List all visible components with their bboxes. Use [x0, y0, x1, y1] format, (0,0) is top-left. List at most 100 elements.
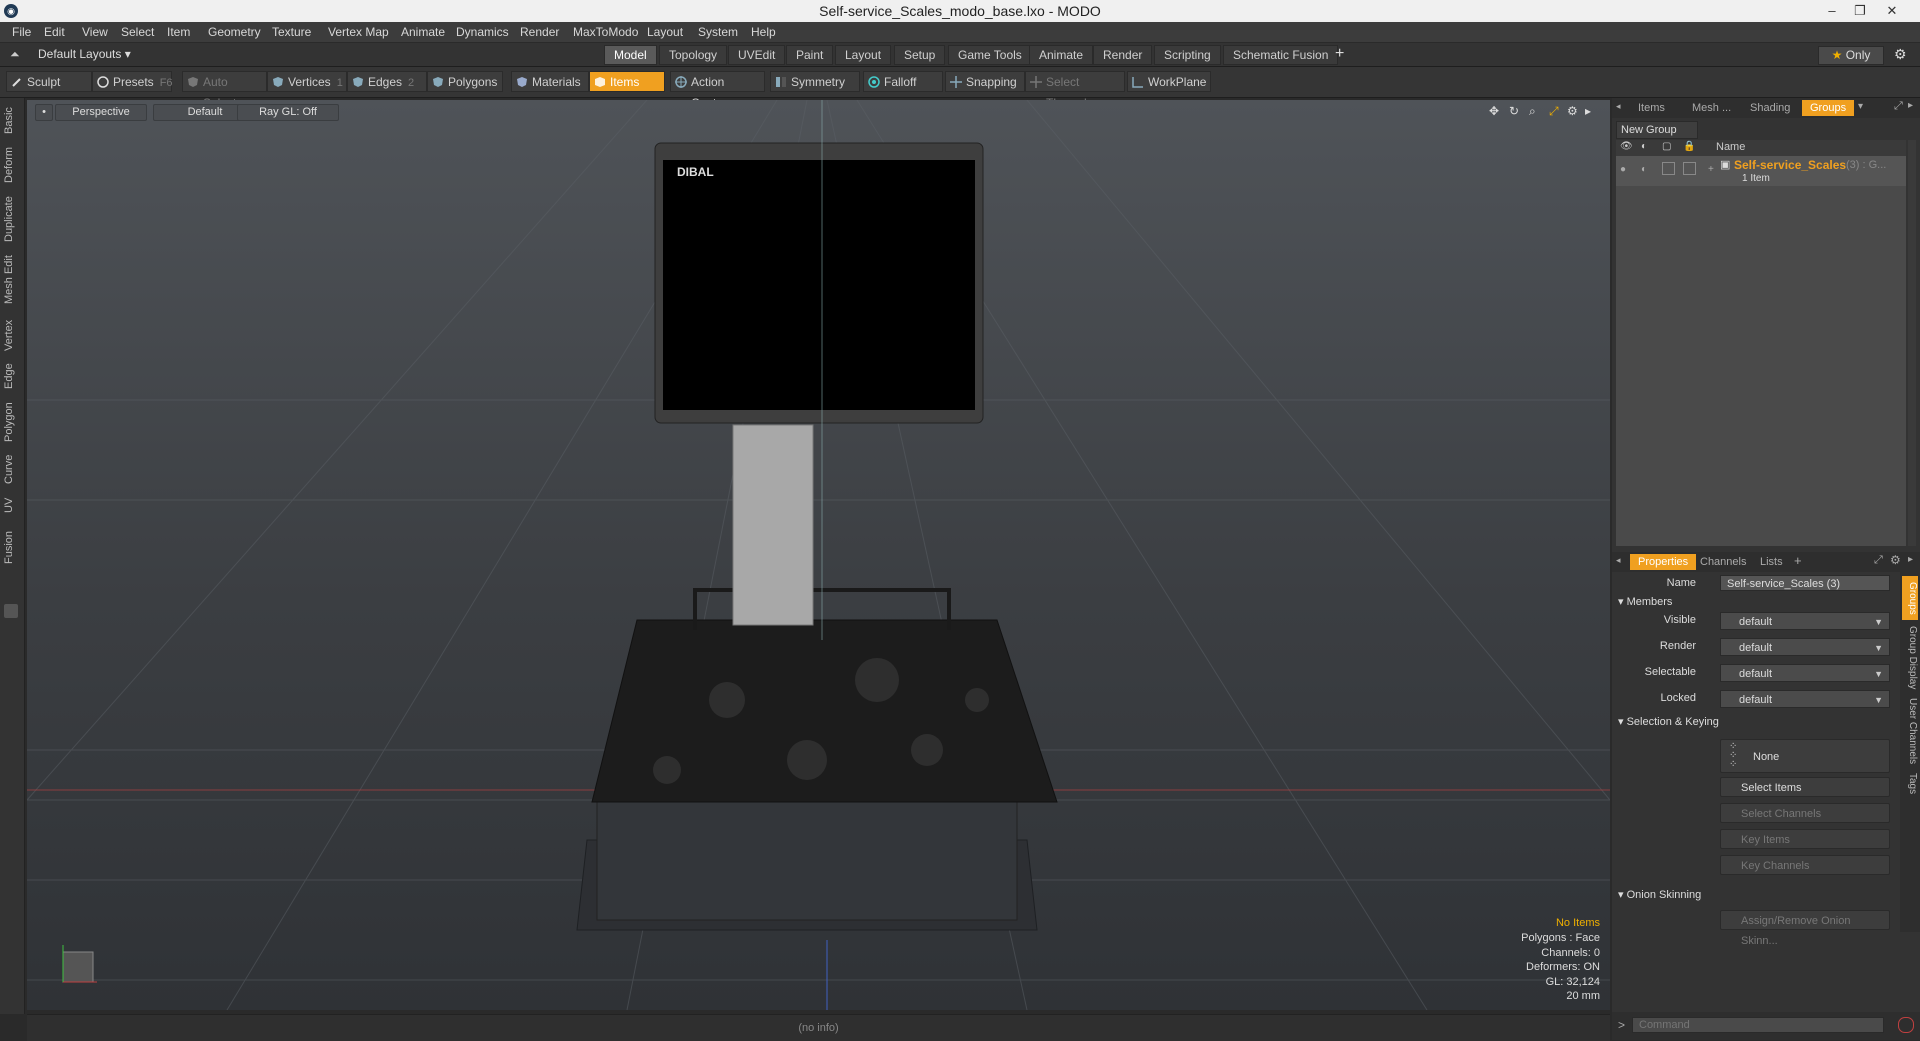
group-name[interactable]: Self-service_Scales	[1734, 158, 1846, 172]
menu-dynamics[interactable]: Dynamics	[456, 25, 509, 39]
zoom-icon[interactable]: ⌕	[1529, 104, 1536, 119]
layout-up-icon[interactable]: ⏶	[10, 47, 20, 62]
select-col-icon[interactable]: ▢	[1662, 141, 1671, 152]
only-button[interactable]: ★ Only	[1818, 46, 1884, 65]
raygl-button[interactable]: Ray GL: Off	[237, 104, 339, 121]
menu-view[interactable]: View	[82, 25, 108, 39]
select-through-button[interactable]: Select Through	[1025, 71, 1125, 110]
lock-col-icon[interactable]: 🔒	[1683, 141, 1695, 152]
falloff-button[interactable]: Falloff	[863, 71, 943, 92]
items-button[interactable]: Items	[589, 71, 665, 92]
3d-viewport[interactable]: DIBAL • Perspective Default Ray GL: Off …	[27, 100, 1610, 1010]
vtab-uv[interactable]: UV	[3, 494, 21, 516]
vtab-mesh-edit[interactable]: Mesh Edit	[3, 252, 21, 308]
sculpt-button[interactable]: Sculpt	[6, 71, 92, 92]
menu-texture[interactable]: Texture	[272, 25, 311, 39]
assign-onion-skin-button[interactable]: Assign/Remove Onion Skinn...	[1720, 910, 1890, 947]
maximize-viewport-icon[interactable]: ⤢	[1549, 104, 1559, 119]
rotate-icon[interactable]: ↻	[1509, 104, 1519, 118]
groups-scrollbar[interactable]	[1908, 140, 1916, 546]
expand-icon[interactable]: +	[1708, 164, 1714, 175]
menu-system[interactable]: System	[698, 25, 738, 39]
restore-icon[interactable]: ❐	[1846, 1, 1874, 21]
vtab-basic[interactable]: Basic	[3, 104, 21, 138]
menu-select[interactable]: Select	[121, 25, 154, 39]
select-channels-button[interactable]: Select Channels	[1720, 803, 1890, 823]
vtab-polygon[interactable]: Polygon	[3, 400, 21, 444]
vtab-edge[interactable]: Edge	[3, 360, 21, 392]
workplane-button[interactable]: WorkPlane	[1127, 71, 1211, 92]
vtab-fusion[interactable]: Fusion	[3, 528, 21, 566]
new-group-button[interactable]: New Group	[1616, 121, 1698, 139]
layout-selector[interactable]: Default Layouts ▾	[38, 47, 131, 61]
tab-setup[interactable]: Setup	[894, 45, 946, 65]
tab-schematic-fusion[interactable]: Schematic Fusion	[1223, 45, 1339, 65]
menu-render[interactable]: Render	[520, 25, 559, 39]
record-icon[interactable]	[1898, 1017, 1914, 1033]
menu-edit[interactable]: Edit	[44, 25, 65, 39]
vtab-duplicate[interactable]: Duplicate	[3, 194, 21, 244]
panel-expand-icon[interactable]: ▸	[1908, 100, 1913, 111]
materials-button[interactable]: Materials	[511, 71, 589, 92]
tab-topology[interactable]: Topology	[659, 45, 728, 65]
menu-layout[interactable]: Layout	[647, 25, 683, 39]
selection-keying-section[interactable]: ▾ Selection & Keying	[1618, 715, 1719, 728]
viewport-menu-icon[interactable]: •	[35, 104, 53, 121]
tab-model[interactable]: Model	[604, 45, 657, 65]
locked-select[interactable]: default ▼	[1720, 690, 1890, 708]
pan-icon[interactable]: ✥	[1489, 104, 1499, 118]
key-items-button[interactable]: Key Items	[1720, 829, 1890, 849]
view-perspective-button[interactable]: Perspective	[55, 104, 147, 121]
panel-maximize-icon[interactable]: ⤢	[1894, 100, 1903, 113]
viewport-expand-icon[interactable]: ▸	[1585, 104, 1591, 118]
tab-paint[interactable]: Paint	[786, 45, 834, 65]
menu-item[interactable]: Item	[167, 25, 190, 39]
tab-groups[interactable]: Groups	[1802, 100, 1855, 116]
tab-lists[interactable]: Lists	[1752, 554, 1791, 570]
tab-animate[interactable]: Animate	[1029, 45, 1094, 65]
add-tab-icon[interactable]: +	[1335, 45, 1344, 63]
tab-channels[interactable]: Channels	[1692, 554, 1754, 570]
properties-menu-icon[interactable]: ◂	[1616, 555, 1621, 566]
selectable-select[interactable]: default ▼	[1720, 664, 1890, 682]
close-icon[interactable]: ✕	[1878, 1, 1906, 21]
tab-game-tools[interactable]: Game Tools	[948, 45, 1032, 65]
tab-uvedit[interactable]: UVEdit	[728, 45, 786, 65]
row-lock-checkbox[interactable]	[1683, 162, 1696, 175]
minimize-icon[interactable]: –	[1818, 1, 1846, 21]
render-select[interactable]: default ▼	[1720, 638, 1890, 656]
row-select-checkbox[interactable]	[1662, 162, 1675, 175]
tab-layout[interactable]: Layout	[835, 45, 892, 65]
side-tab-group-display[interactable]: Group Display	[1902, 624, 1918, 692]
tab-items[interactable]: Items	[1630, 100, 1673, 116]
symmetry-button[interactable]: Symmetry	[770, 71, 860, 92]
tab-dropdown-icon[interactable]: ▾	[1858, 101, 1863, 112]
menu-geometry[interactable]: Geometry	[208, 25, 261, 39]
viewport-settings-icon[interactable]: ⚙	[1567, 104, 1578, 118]
polygons-button[interactable]: Polygons	[427, 71, 503, 92]
menu-file[interactable]: File	[12, 25, 31, 39]
command-input[interactable]	[1632, 1017, 1884, 1033]
key-channels-button[interactable]: Key Channels	[1720, 855, 1890, 875]
tab-shading[interactable]: Shading	[1742, 100, 1798, 116]
panel-menu-icon[interactable]: ◂	[1616, 101, 1621, 112]
gear-icon[interactable]: ⚙	[1894, 46, 1907, 63]
members-section[interactable]: ▾ Members	[1618, 595, 1672, 608]
menu-animate[interactable]: Animate	[401, 25, 445, 39]
tab-render[interactable]: Render	[1093, 45, 1153, 65]
visible-select[interactable]: default ▼	[1720, 612, 1890, 630]
properties-expand-icon[interactable]: ▸	[1908, 554, 1913, 565]
side-tab-user-channels[interactable]: User Channels	[1902, 696, 1918, 766]
add-properties-tab-icon[interactable]: +	[1794, 553, 1802, 568]
vertices-button[interactable]: Vertices 1	[267, 71, 347, 92]
edges-button[interactable]: Edges 2	[347, 71, 427, 92]
onion-skinning-section[interactable]: ▾ Onion Skinning	[1618, 888, 1701, 901]
auto-select-button[interactable]: Auto Select	[182, 71, 267, 110]
side-tab-tags[interactable]: Tags	[1902, 770, 1918, 798]
vtab-vertex[interactable]: Vertex	[3, 316, 21, 354]
row-render-icon[interactable]: ◐	[1641, 164, 1647, 175]
vtab-deform[interactable]: Deform	[3, 144, 21, 186]
name-input[interactable]: Self-service_Scales (3)	[1720, 575, 1890, 591]
group-row[interactable]: ● ◐ + ▣ Self-service_Scales (3) : G... 1…	[1616, 156, 1906, 186]
vtab-curve[interactable]: Curve	[3, 452, 21, 486]
